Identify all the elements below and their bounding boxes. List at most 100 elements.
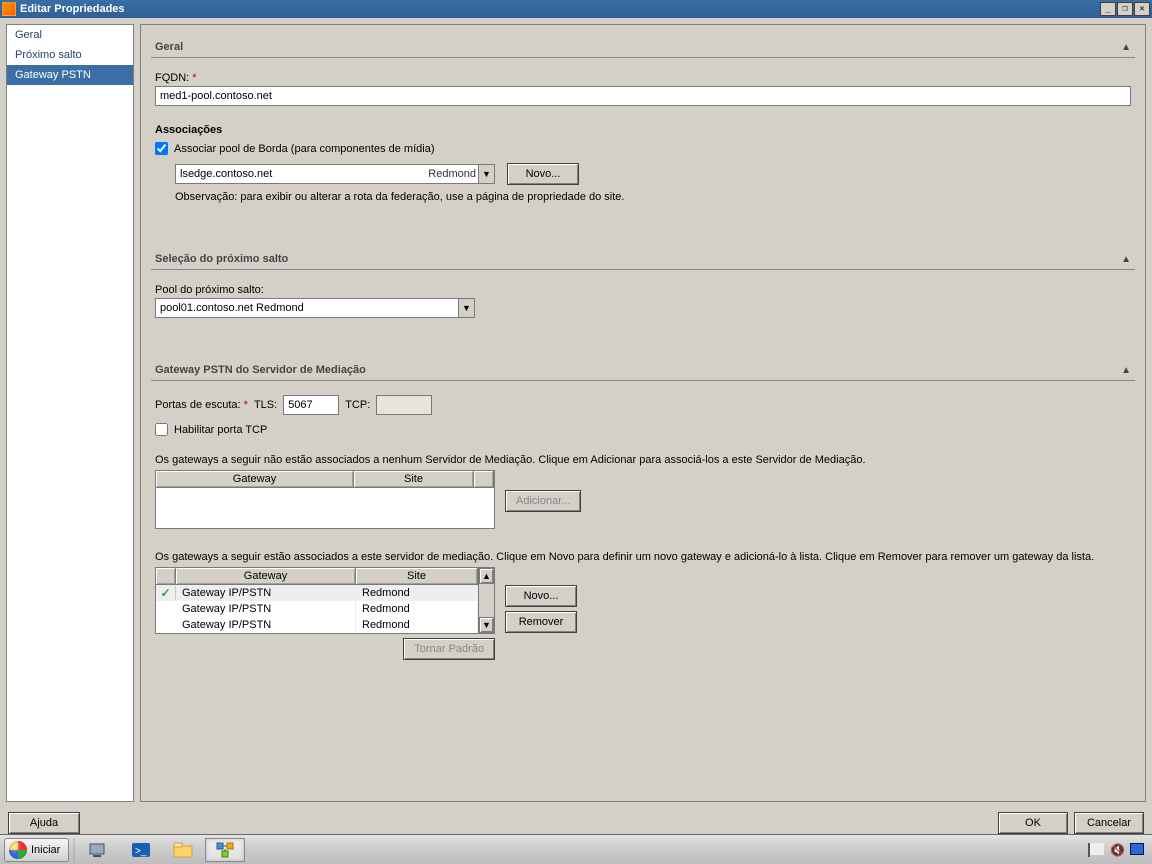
new-edge-button[interactable]: Novo... [507,163,579,185]
nexthop-pool-combo[interactable]: pool01.contoso.net Redmond ▼ [155,298,475,318]
enable-tcp-row: Habilitar porta TCP [155,423,1131,436]
section-header-nexthop[interactable]: Seleção do próximo salto ▲ [151,247,1135,270]
remove-gateway-button[interactable]: Remover [505,611,577,633]
fqdn-label: FQDN: * [155,72,1131,84]
collapse-icon: ▲ [1121,254,1131,265]
chevron-down-icon[interactable]: ▼ [478,165,494,183]
collapse-icon: ▲ [1121,42,1131,53]
cell-site: Redmond [356,585,478,601]
taskbar-server-manager-icon[interactable] [79,838,119,862]
start-label: Iniciar [31,844,60,856]
col-site[interactable]: Site [354,471,474,487]
edge-pool-site: Redmond [428,168,478,180]
cancel-button[interactable]: Cancelar [1074,812,1144,834]
cell-site: Redmond [356,601,478,617]
assoc-grid-head: Gateway Site [156,568,478,585]
edge-pool-row: lsedge.contoso.net Redmond ▼ Novo... [175,163,1131,185]
restore-button[interactable]: ❐ [1117,2,1133,16]
cell-gateway: Gateway IP/PSTN [176,617,356,633]
table-row[interactable]: ✓ Gateway IP/PSTN Redmond [156,585,478,601]
tcp-port-input [376,395,432,415]
flag-icon[interactable] [1090,843,1104,857]
section-title-geral: Geral [155,41,1121,53]
enable-tcp-checkbox[interactable] [155,423,168,436]
collapse-icon: ▲ [1121,365,1131,376]
section-title-nexthop: Seleção do próximo salto [155,253,1121,265]
cell-gateway: Gateway IP/PSTN [176,585,356,601]
tls-label: TLS: [254,399,277,411]
taskbar-powershell-icon[interactable]: >_ [121,838,161,862]
taskbar-topology-builder-icon[interactable] [205,838,245,862]
table-row[interactable]: Gateway IP/PSTN Redmond [156,617,478,633]
main-area: Geral Próximo salto Gateway PSTN Geral ▲… [0,18,1152,808]
check-icon: ✓ [160,586,170,600]
titlebar: Editar Propriedades _ ❐ ✕ [0,0,1152,18]
edge-pool-value: lsedge.contoso.net [180,168,428,180]
scroll-down-icon[interactable]: ▼ [479,617,494,633]
table-row[interactable]: Gateway IP/PSTN Redmond [156,601,478,617]
assoc-title: Associações [155,124,1131,136]
cell-site: Redmond [356,617,478,633]
ports-label: Portas de escuta: * [155,399,248,411]
unassoc-grid-wrapper: Gateway Site Adicionar... [155,470,1131,529]
section-title-pstn: Gateway PSTN do Servidor de Mediação [155,364,1121,376]
unassoc-grid[interactable]: Gateway Site [155,470,495,529]
nexthop-pool-value: pool01.contoso.net Redmond [160,302,458,314]
volume-muted-icon[interactable]: 🔇 [1110,843,1124,857]
fqdn-input[interactable] [155,86,1131,106]
network-icon[interactable] [1130,843,1144,857]
unassoc-text: Os gateways a seguir não estão associado… [155,454,1131,466]
windows-icon [9,841,27,859]
assoc-grid-body: ✓ Gateway IP/PSTN Redmond Gateway IP/PST… [156,585,478,633]
window-buttons: _ ❐ ✕ [1099,2,1150,16]
content-panel: Geral ▲ FQDN: * Associações Associar poo… [140,24,1146,802]
assoc-checkbox-label: Associar pool de Borda (para componentes… [174,143,434,155]
app-icon [2,2,16,16]
section-body-nexthop: Pool do próximo salto: pool01.contoso.ne… [151,270,1135,322]
unassoc-grid-body [156,488,494,528]
assoc-text: Os gateways a seguir estão associados a … [155,551,1131,563]
taskbar-explorer-icon[interactable] [163,838,203,862]
assoc-grid-wrapper: Gateway Site ✓ Gateway IP/PSTN Redmond [155,567,1131,634]
section-header-geral[interactable]: Geral ▲ [151,35,1135,58]
rowhead-col [156,568,176,584]
tls-port-input[interactable] [283,395,339,415]
edge-pool-combo[interactable]: lsedge.contoso.net Redmond ▼ [175,164,495,184]
col-gateway[interactable]: Gateway [176,568,356,584]
taskbar: Iniciar >_ 🔇 [0,834,1152,864]
section-body-pstn: Portas de escuta: * TLS: TCP: Habilitar … [151,381,1135,664]
scroll-up-icon[interactable]: ▲ [479,568,494,584]
start-button[interactable]: Iniciar [4,838,69,862]
help-button[interactable]: Ajuda [8,812,80,834]
enable-tcp-label: Habilitar porta TCP [174,424,267,436]
ports-row: Portas de escuta: * TLS: TCP: [155,395,1131,415]
col-gateway[interactable]: Gateway [156,471,354,487]
assoc-checkbox-row: Associar pool de Borda (para componentes… [155,142,1131,155]
close-button[interactable]: ✕ [1134,2,1150,16]
window-title: Editar Propriedades [20,3,1099,15]
cell-gateway: Gateway IP/PSTN [176,601,356,617]
sidebar-item-gateway-pstn[interactable]: Gateway PSTN [7,65,133,85]
chevron-down-icon[interactable]: ▼ [458,299,474,317]
ok-button[interactable]: OK [998,812,1068,834]
federation-note: Observação: para exibir ou alterar a rot… [175,191,1131,203]
col-site[interactable]: Site [356,568,478,584]
unassoc-grid-head: Gateway Site [156,471,494,488]
sidebar: Geral Próximo salto Gateway PSTN [6,24,134,802]
nexthop-pool-label: Pool do próximo salto: [155,284,1131,296]
assoc-grid-scrollbar[interactable]: ▲ ▼ [478,568,494,633]
svg-text:>_: >_ [135,846,147,857]
section-header-pstn[interactable]: Gateway PSTN do Servidor de Mediação ▲ [151,358,1135,381]
add-gateway-button: Adicionar... [505,490,581,512]
assoc-grid[interactable]: Gateway Site ✓ Gateway IP/PSTN Redmond [155,567,495,634]
col-spacer [474,471,494,487]
section-body-geral: FQDN: * Associações Associar pool de Bor… [151,58,1135,207]
sidebar-item-geral[interactable]: Geral [7,25,133,45]
sidebar-item-proximo-salto[interactable]: Próximo salto [7,45,133,65]
assoc-checkbox[interactable] [155,142,168,155]
new-gateway-button[interactable]: Novo... [505,585,577,607]
minimize-button[interactable]: _ [1100,2,1116,16]
system-tray: 🔇 [1090,843,1148,857]
make-default-button: Tornar Padrão [403,638,495,660]
tcp-label: TCP: [345,399,370,411]
